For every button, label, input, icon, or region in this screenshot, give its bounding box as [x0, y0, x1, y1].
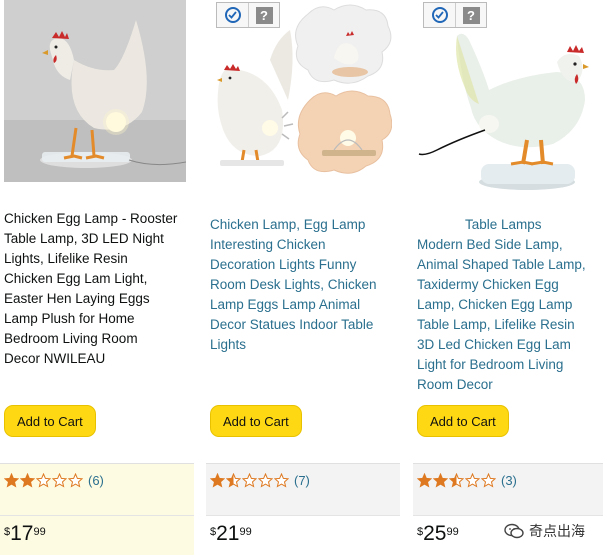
star-icon	[20, 473, 35, 488]
price-whole: 21	[216, 522, 240, 545]
star-rating[interactable]: (3)	[417, 473, 517, 488]
check-circle-icon[interactable]	[424, 3, 455, 27]
star-icon	[465, 473, 480, 488]
stars-3	[417, 473, 497, 488]
title-line: Easter Hen Laying Eggs	[4, 291, 150, 306]
star-icon	[481, 473, 496, 488]
title-line: Lights	[210, 337, 247, 352]
help-icon[interactable]: ?	[248, 3, 279, 27]
product-title-2[interactable]: Chicken Lamp, Egg Lamp Interesting Chick…	[210, 215, 394, 355]
title-line: Modern Bed Side Lamp,	[417, 237, 563, 252]
title-line: Lamp Eggs Lamp Animal	[210, 297, 361, 312]
badge-row-2: ?	[216, 2, 280, 28]
star-icon	[433, 473, 448, 488]
rating-band-2: (7)	[206, 463, 400, 515]
title-line: Chicken Lamp, Egg Lamp	[210, 217, 366, 232]
price-whole: 17	[10, 522, 34, 545]
star-icon	[258, 473, 273, 488]
title-line: Light for Bedroom Living	[417, 357, 564, 372]
title-line: Interesting Chicken	[210, 237, 326, 252]
badge-row-3: ?	[423, 2, 487, 28]
title-line: Table Lamps	[465, 217, 542, 232]
add-to-cart-button-1[interactable]: Add to Cart	[4, 405, 96, 437]
title-line: Decor NWILEAU	[4, 351, 106, 366]
product-title-1[interactable]: Chicken Egg Lamp - Rooster Table Lamp, 3…	[4, 209, 188, 369]
star-rating[interactable]: (7)	[210, 473, 310, 488]
title-line: Chicken Egg Lamp - Rooster	[4, 211, 178, 226]
add-to-cart-button-3[interactable]: Add to Cart	[417, 405, 509, 437]
title-line: 3D Led Chicken Egg Lam	[417, 337, 571, 352]
product-image-1[interactable]	[4, 0, 186, 182]
product-image-2[interactable]	[210, 0, 392, 206]
star-icon	[36, 473, 51, 488]
rating-count[interactable]: (3)	[501, 473, 517, 488]
price-fraction: 99	[446, 526, 459, 538]
title-line: Table Lamp, Lifelike Resin	[417, 317, 575, 332]
price: $ 21 99	[210, 522, 252, 546]
star-icon	[210, 473, 225, 488]
price-fraction: 99	[33, 526, 46, 538]
watermark-text: 奇点出海	[529, 523, 585, 539]
star-icon	[449, 473, 464, 488]
star-icon	[68, 473, 83, 488]
title-line: Decoration Lights Funny	[210, 257, 357, 272]
title-line: Chicken Egg Lam Light,	[4, 271, 148, 286]
product-card-1: Chicken Egg Lamp - Rooster Table Lamp, 3…	[0, 0, 194, 555]
check-circle-icon[interactable]	[217, 3, 248, 27]
star-rating[interactable]: (6)	[4, 473, 104, 488]
title-line: Room Decor	[417, 377, 493, 392]
title-line: Taxidermy Chicken Egg	[417, 277, 559, 292]
product-card-3: ? Table Lamps Modern Bed Side Lamp, Anim…	[413, 0, 603, 555]
price-band-2: $ 21 99	[206, 515, 400, 555]
title-line: Table Lamp, 3D LED Night	[4, 231, 164, 246]
add-to-cart-button-2[interactable]: Add to Cart	[210, 405, 302, 437]
price-band-1: $ 17 99	[0, 515, 194, 555]
title-line: Lamp, Chicken Egg Lamp	[417, 297, 573, 312]
product-image-3[interactable]	[417, 0, 599, 206]
rating-band-3: (3)	[413, 463, 603, 515]
title-line: Room Desk Lights, Chicken	[210, 277, 377, 292]
stars-2	[210, 473, 290, 488]
rating-band-1: (6)	[0, 463, 194, 515]
title-line: Animal Shaped Table Lamp,	[417, 257, 586, 272]
rating-count[interactable]: (7)	[294, 473, 310, 488]
product-title-3[interactable]: Table Lamps Modern Bed Side Lamp, Animal…	[417, 215, 601, 395]
title-line: Bedroom Living Room	[4, 331, 138, 346]
rating-count[interactable]: (6)	[88, 473, 104, 488]
price-whole: 25	[423, 522, 447, 545]
star-icon	[52, 473, 67, 488]
help-icon-label: ?	[255, 6, 273, 24]
title-line: Lights, Lifelike Resin	[4, 251, 128, 266]
title-line: Lamp Plush for Home	[4, 311, 135, 326]
watermark: 奇点出海	[503, 520, 585, 542]
product-card-2: ? Chicken Lamp, Egg Lamp Interesting Chi…	[206, 0, 400, 555]
star-icon	[417, 473, 432, 488]
star-icon	[4, 473, 19, 488]
price-fraction: 99	[239, 526, 252, 538]
price: $ 25 99	[417, 522, 459, 546]
star-icon	[226, 473, 241, 488]
wechat-icon	[504, 523, 524, 539]
star-icon	[242, 473, 257, 488]
help-icon[interactable]: ?	[455, 3, 486, 27]
help-icon-label: ?	[462, 6, 480, 24]
price: $ 17 99	[4, 522, 46, 546]
star-icon	[274, 473, 289, 488]
title-line: Decor Statues Indoor Table	[210, 317, 374, 332]
stars-1	[4, 473, 84, 488]
